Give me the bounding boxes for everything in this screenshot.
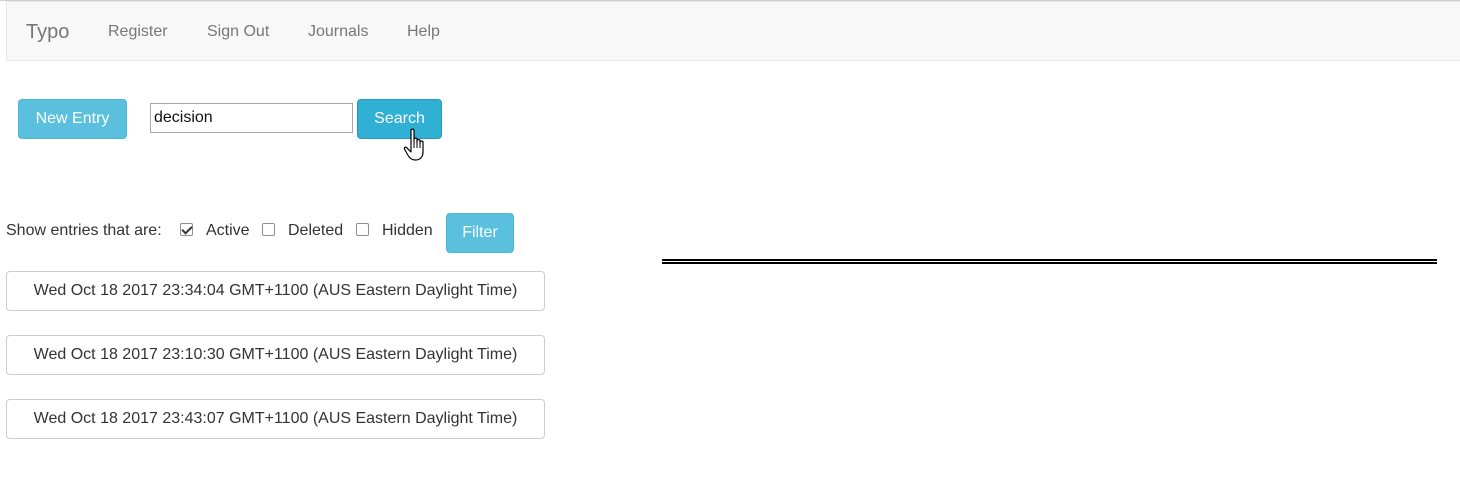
deleted-label: Deleted (288, 222, 344, 239)
entry-item[interactable]: Wed Oct 18 2017 23:10:30 GMT+1100 (AUS E… (6, 335, 545, 375)
horizontal-rule (662, 259, 1437, 264)
hidden-checkbox[interactable] (356, 223, 369, 236)
hand-pointer-cursor-icon (403, 128, 424, 161)
navbar: Typo Register Sign Out Journals Help (6, 1, 1460, 61)
filter-label: Show entries that are: (6, 222, 162, 239)
search-button[interactable]: Search (357, 99, 442, 139)
brand-link[interactable]: Typo (26, 20, 69, 44)
search-input[interactable] (150, 103, 353, 133)
new-entry-button[interactable]: New Entry (18, 99, 127, 139)
nav-link-journals[interactable]: Journals (308, 22, 368, 42)
active-checkbox[interactable] (180, 223, 193, 236)
entry-item[interactable]: Wed Oct 18 2017 23:34:04 GMT+1100 (AUS E… (6, 271, 545, 311)
hidden-label: Hidden (382, 222, 433, 239)
entry-item[interactable]: Wed Oct 18 2017 23:43:07 GMT+1100 (AUS E… (6, 399, 545, 439)
deleted-checkbox[interactable] (262, 223, 275, 236)
nav-link-sign-out[interactable]: Sign Out (207, 22, 269, 42)
filter-button[interactable]: Filter (446, 213, 514, 253)
active-label: Active (206, 222, 250, 239)
nav-link-help[interactable]: Help (407, 22, 440, 42)
nav-link-register[interactable]: Register (108, 22, 168, 42)
